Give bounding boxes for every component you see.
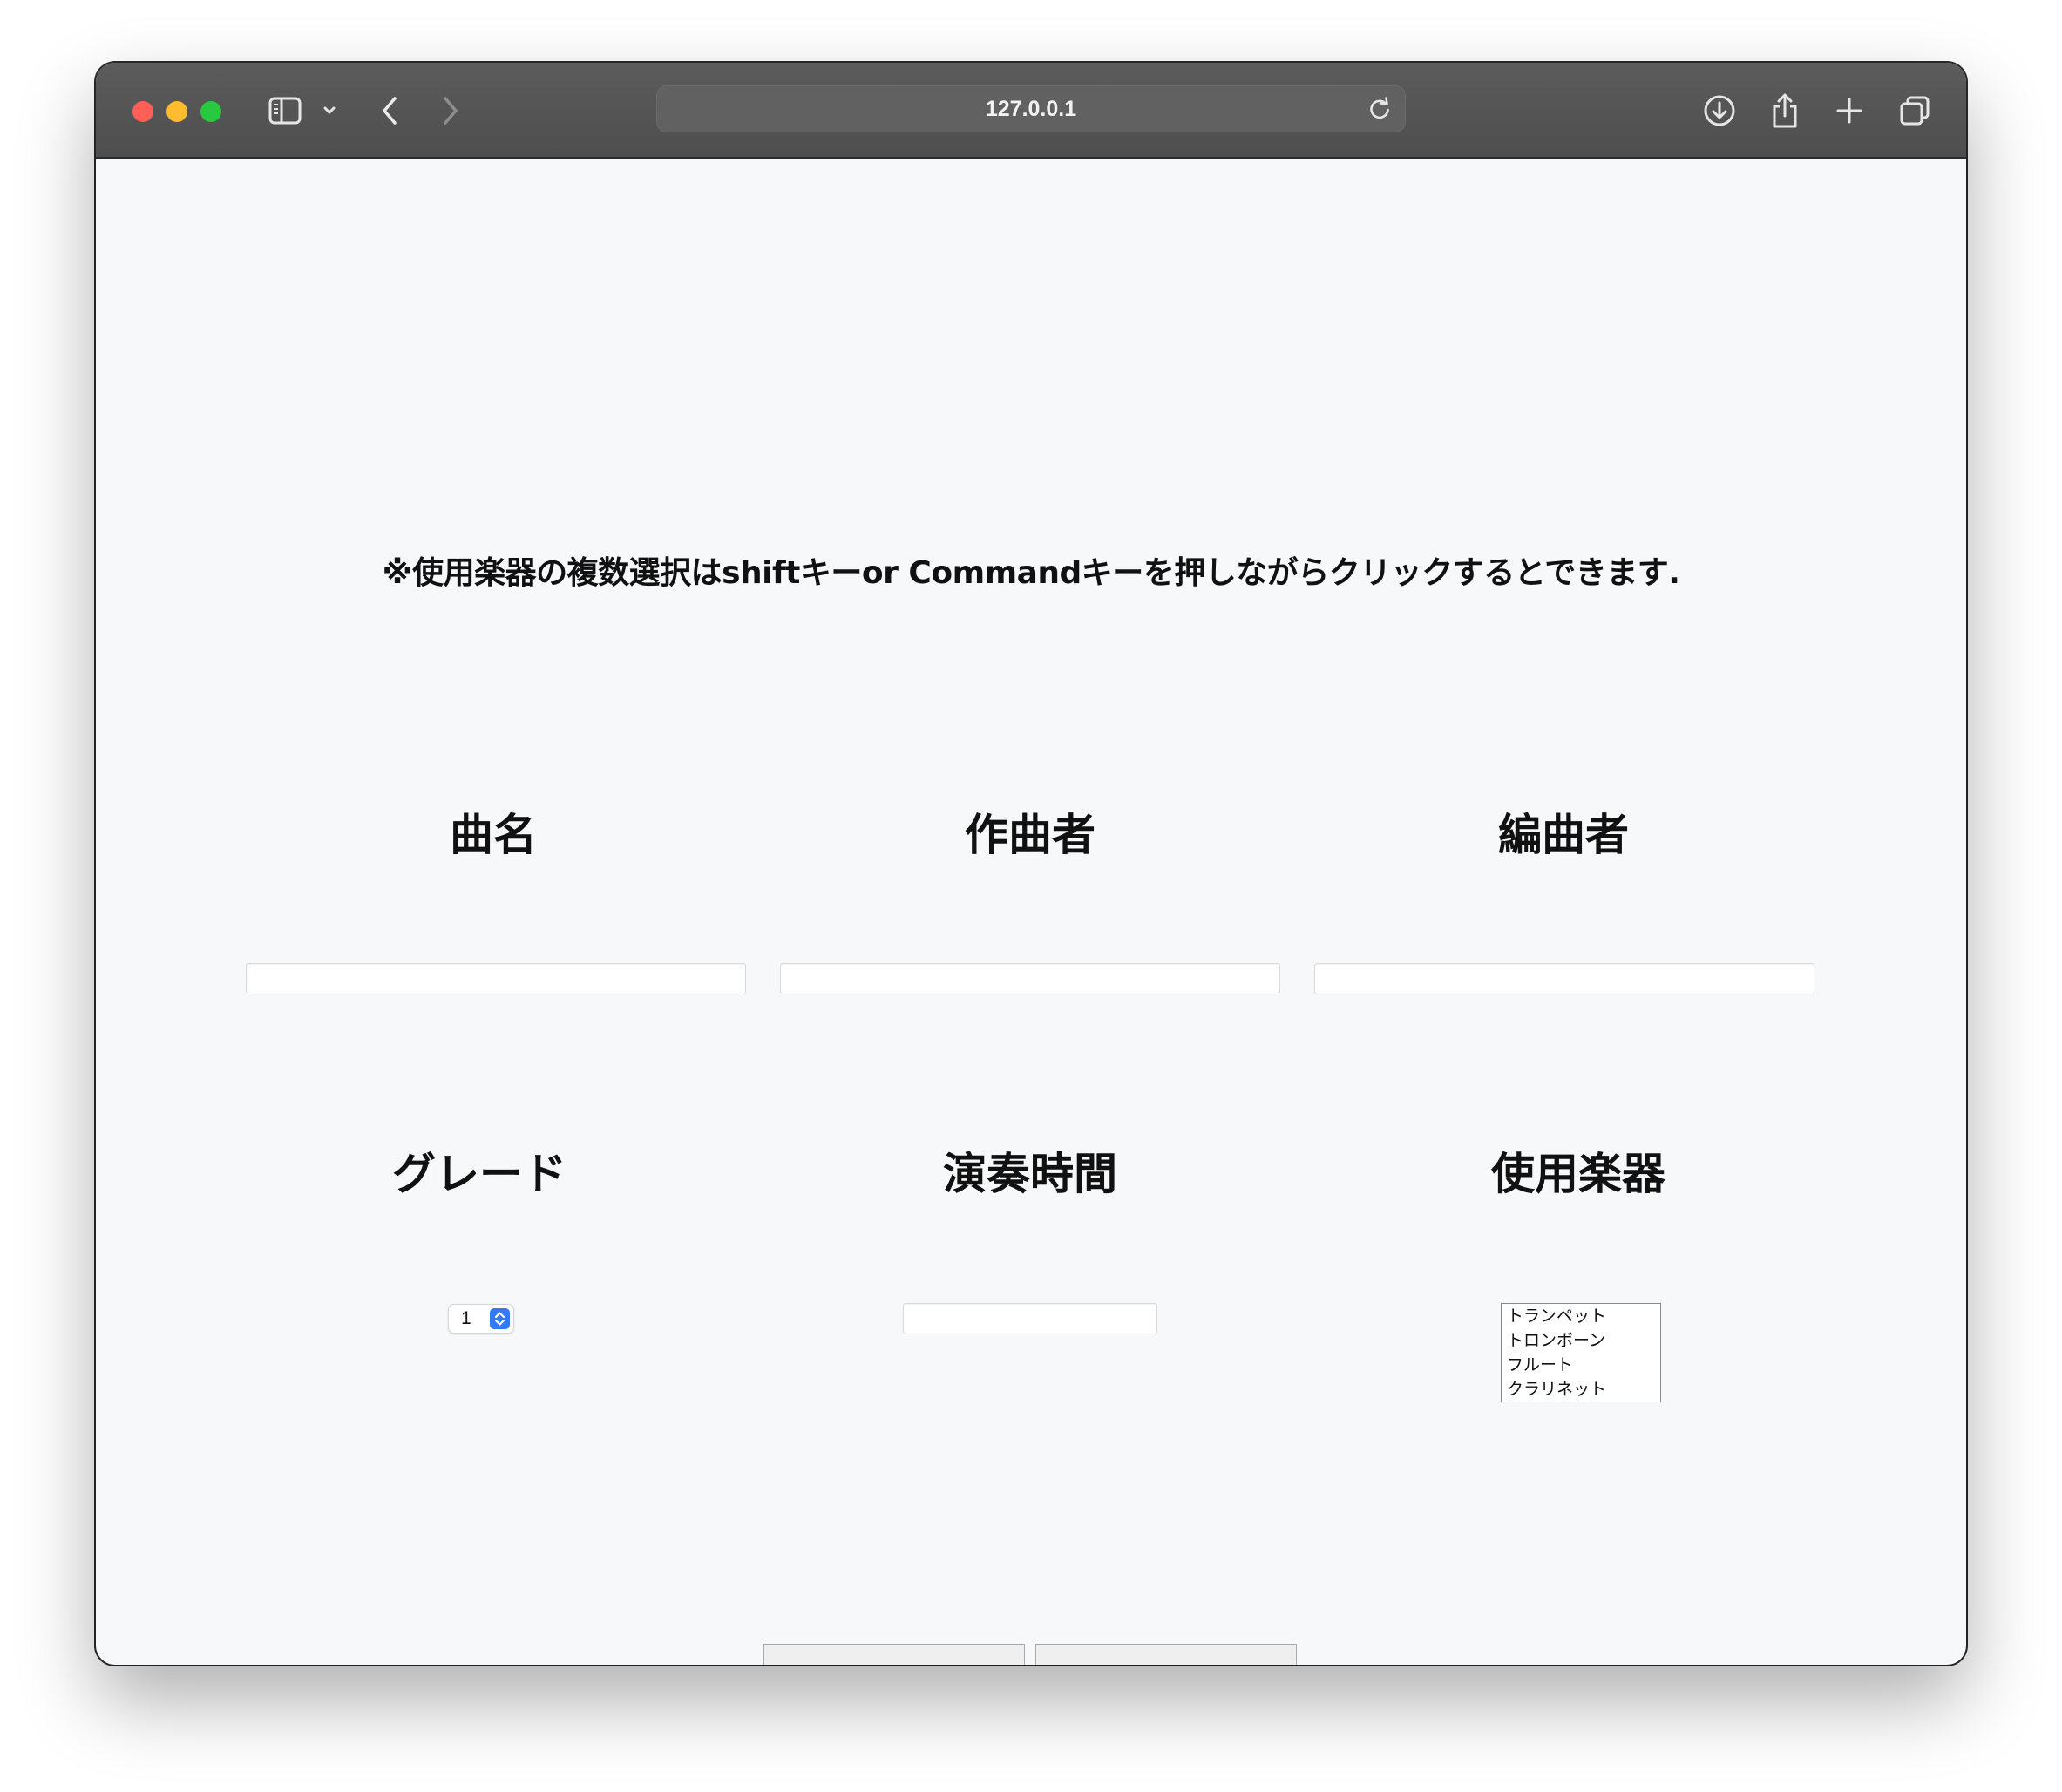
tab-overview-icon[interactable]: [1898, 89, 1931, 132]
back-arrow-icon[interactable]: [376, 89, 403, 132]
instrument-option[interactable]: クラリネット: [1502, 1377, 1660, 1402]
grade-selected-value: 1: [461, 1308, 471, 1328]
duration-label: 演奏時間: [943, 1149, 1117, 1199]
grade-select[interactable]: 1: [448, 1304, 514, 1334]
back-button[interactable]: 戻る: [1035, 1644, 1297, 1665]
download-icon[interactable]: [1702, 89, 1737, 132]
browser-window: 127.0.0.1 ※使用楽器の複数選択はshiftキーor Commandキー…: [96, 63, 1966, 1665]
composer-input[interactable]: [780, 963, 1280, 994]
grade-label: グレード: [392, 1149, 566, 1199]
instruments-label: 使用楽器: [1491, 1149, 1665, 1199]
song-name-input[interactable]: [246, 963, 746, 994]
confirm-button[interactable]: 確認: [763, 1644, 1025, 1665]
instrument-option[interactable]: トランペット: [1502, 1304, 1660, 1328]
address-bar[interactable]: 127.0.0.1: [656, 85, 1406, 132]
chevron-down-icon[interactable]: [319, 89, 340, 132]
arranger-input[interactable]: [1314, 963, 1814, 994]
instrument-option[interactable]: フルート: [1502, 1353, 1660, 1377]
multi-select-notice: ※使用楽器の複数選択はshiftキーor Commandキーを押しながらクリック…: [382, 555, 1680, 591]
page-content: ※使用楽器の複数選択はshiftキーor Commandキーを押しながらクリック…: [96, 159, 1966, 1665]
duration-input[interactable]: [903, 1303, 1157, 1334]
minimize-window-button[interactable]: [166, 101, 187, 122]
instruments-listbox[interactable]: トランペット トロンボーン フルート クラリネット: [1501, 1303, 1661, 1402]
forward-arrow-icon[interactable]: [437, 89, 464, 132]
close-window-button[interactable]: [132, 101, 153, 122]
share-icon[interactable]: [1769, 89, 1801, 132]
song-name-label: 曲名: [450, 810, 537, 860]
browser-toolbar: 127.0.0.1: [96, 63, 1966, 159]
zoom-window-button[interactable]: [200, 101, 221, 122]
url-text: 127.0.0.1: [985, 96, 1077, 121]
new-tab-plus-icon[interactable]: [1835, 89, 1864, 132]
sidebar-toggle-icon[interactable]: [265, 89, 305, 132]
select-stepper-icon: [490, 1308, 510, 1329]
instrument-option[interactable]: トロンボーン: [1502, 1328, 1660, 1353]
arranger-label: 編曲者: [1498, 810, 1629, 860]
reload-icon[interactable]: [1367, 96, 1393, 126]
composer-label: 作曲者: [965, 810, 1095, 860]
